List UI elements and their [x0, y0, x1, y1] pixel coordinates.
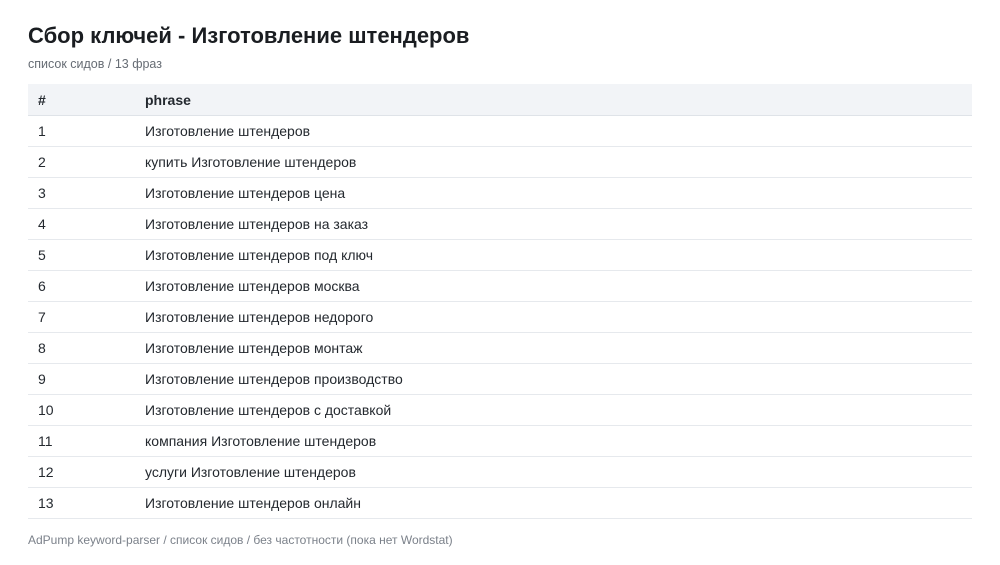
phrase-cell: купить Изготовление штендеров	[135, 146, 972, 178]
column-header-number: #	[28, 84, 135, 116]
phrase-cell: Изготовление штендеров под ключ	[135, 239, 972, 271]
phrases-table: # phrase 1 Изготовление штендеров 2 купи…	[28, 84, 972, 519]
row-number-cell: 10	[28, 394, 135, 426]
row-number-cell: 7	[28, 301, 135, 333]
phrase-cell: Изготовление штендеров онлайн	[135, 487, 972, 519]
phrase-cell: Изготовление штендеров	[135, 115, 972, 147]
table-body: 1 Изготовление штендеров 2 купить Изгото…	[28, 115, 972, 519]
phrase-cell: услуги Изготовление штендеров	[135, 456, 972, 488]
table-header-row: # phrase	[28, 84, 972, 116]
page-title: Сбор ключей - Изготовление штендеров	[28, 23, 470, 48]
table-row: 9 Изготовление штендеров производство	[28, 363, 972, 395]
phrase-cell: Изготовление штендеров на заказ	[135, 208, 972, 240]
row-number-cell: 3	[28, 177, 135, 209]
row-number-cell: 11	[28, 425, 135, 457]
table-row: 1 Изготовление штендеров	[28, 115, 972, 147]
table-row: 7 Изготовление штендеров недорого	[28, 301, 972, 333]
row-number-cell: 4	[28, 208, 135, 240]
column-header-phrase: phrase	[135, 84, 972, 116]
page-subtitle: список сидов / 13 фраз	[28, 57, 162, 71]
row-number-cell: 9	[28, 363, 135, 395]
table-row: 10 Изготовление штендеров с доставкой	[28, 394, 972, 426]
phrase-cell: Изготовление штендеров цена	[135, 177, 972, 209]
table-row: 4 Изготовление штендеров на заказ	[28, 208, 972, 240]
table-row: 12 услуги Изготовление штендеров	[28, 456, 972, 488]
phrase-cell: Изготовление штендеров недорого	[135, 301, 972, 333]
table-header: # phrase	[28, 84, 972, 116]
row-number-cell: 5	[28, 239, 135, 271]
table-row: 13 Изготовление штендеров онлайн	[28, 487, 972, 519]
row-number-cell: 2	[28, 146, 135, 178]
phrase-cell: Изготовление штендеров монтаж	[135, 332, 972, 364]
phrase-cell: Изготовление штендеров москва	[135, 270, 972, 302]
row-number-cell: 12	[28, 456, 135, 488]
row-number-cell: 8	[28, 332, 135, 364]
table-row: 11 компания Изготовление штендеров	[28, 425, 972, 457]
phrase-cell: Изготовление штендеров производство	[135, 363, 972, 395]
table-row: 8 Изготовление штендеров монтаж	[28, 332, 972, 364]
page: Сбор ключей - Изготовление штендеров спи…	[0, 0, 1000, 565]
row-number-cell: 13	[28, 487, 135, 519]
row-number-cell: 6	[28, 270, 135, 302]
table-row: 2 купить Изготовление штендеров	[28, 146, 972, 178]
table-row: 5 Изготовление штендеров под ключ	[28, 239, 972, 271]
phrase-cell: Изготовление штендеров с доставкой	[135, 394, 972, 426]
phrase-cell: компания Изготовление штендеров	[135, 425, 972, 457]
page-footer: AdPump keyword-parser / список сидов / б…	[28, 533, 453, 547]
row-number-cell: 1	[28, 115, 135, 147]
table-row: 6 Изготовление штендеров москва	[28, 270, 972, 302]
table-row: 3 Изготовление штендеров цена	[28, 177, 972, 209]
